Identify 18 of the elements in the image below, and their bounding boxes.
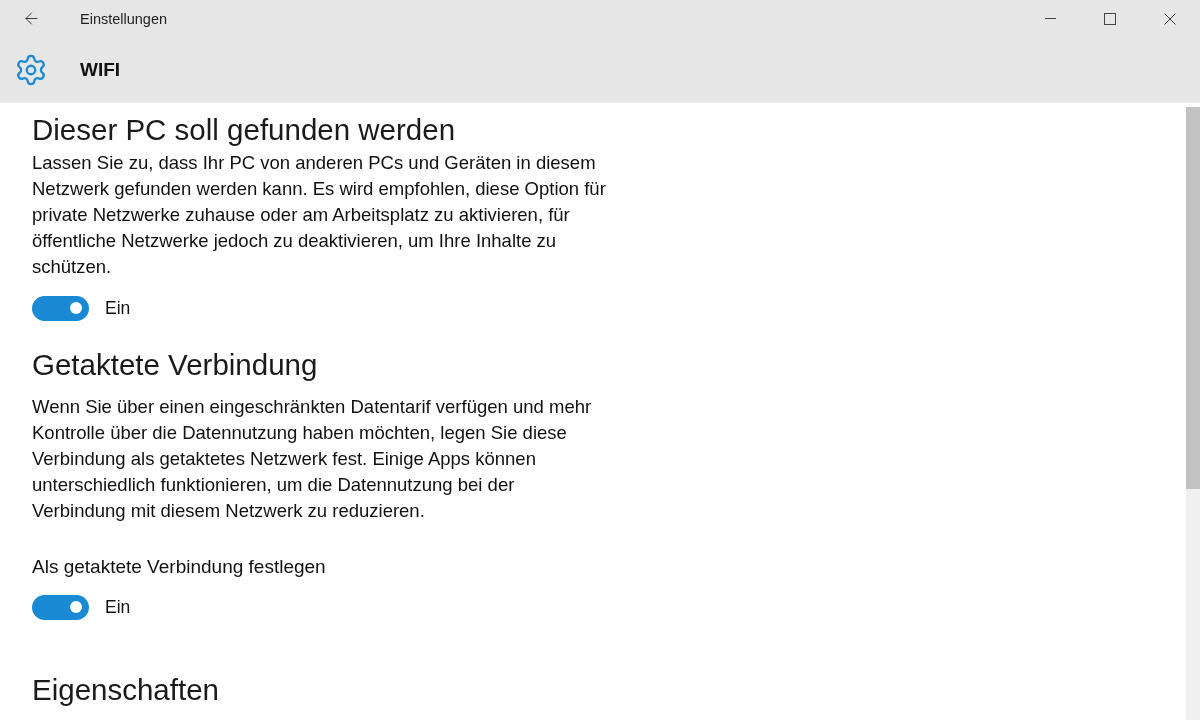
maximize-icon [1104, 12, 1116, 25]
toggle-state-label: Ein [105, 596, 131, 618]
toggle-switch[interactable] [32, 594, 89, 620]
section-description: Lassen Sie zu, dass Ihr PC von anderen PCs und Geräten in diesem Netzwerk gefunden werden kann. Es wird empfohlen, diese Option für private Netzwerke zuhause oder am Arbeitsplatz zu aktivieren, für öffentliche Netzwerke jedoch zu deaktivieren, um Ihre Inhalte zu schützen. [32, 151, 607, 279]
section-description: Wenn Sie über einen eingeschränkten Datentarif verfügen und mehr Kontrolle über die Datennutzung haben möchten, legen Sie diese Verbindung als getaktetes Netzwerk fest. Einige Apps können unterschiedlich funktionieren, um die Datennutzung bei der Verbindung mit diesem Netzwerk zu reduzieren. [32, 395, 593, 523]
settings-icon [14, 52, 48, 87]
toggle-state-label: Ein [105, 297, 131, 319]
section-heading: Dieser PC soll gefunden werden [32, 112, 456, 148]
section-heading: Eigenschaften [32, 672, 219, 708]
minimize-icon [1044, 18, 1056, 19]
section-heading: Getaktete Verbindung [32, 347, 318, 383]
toggle-switch[interactable] [32, 295, 89, 321]
scrollbar-track[interactable] [1186, 107, 1200, 720]
setting-label: Als getaktete Verbindung festlegen [32, 555, 326, 579]
page-title: WIFI [80, 58, 121, 81]
scrollbar-thumb[interactable] [1186, 107, 1200, 489]
window-title: Einstellungen [80, 10, 169, 27]
close-icon [1164, 12, 1176, 25]
